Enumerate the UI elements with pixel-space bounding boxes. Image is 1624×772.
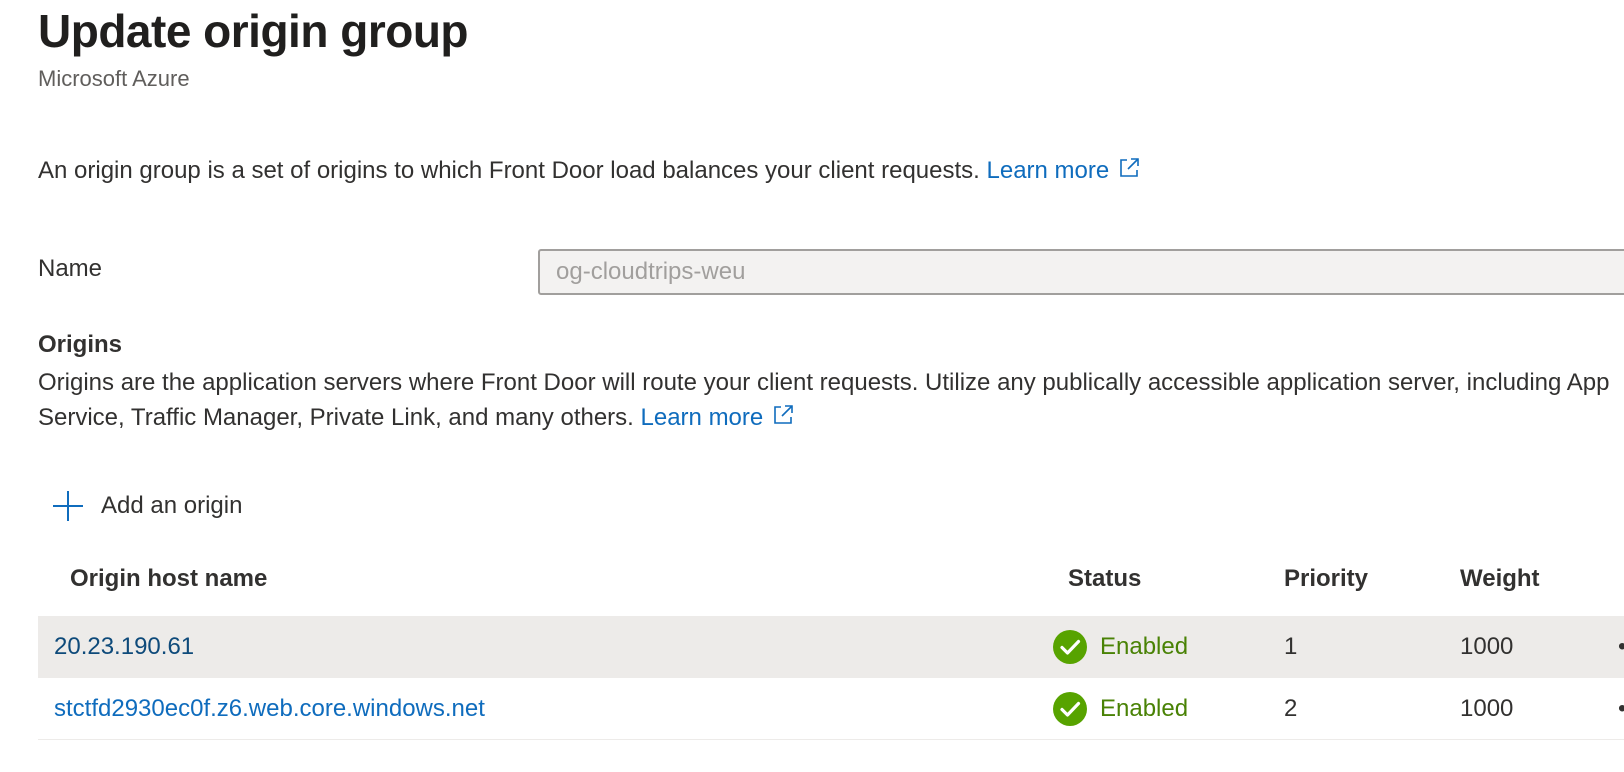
- column-header-weight[interactable]: Weight: [1460, 565, 1540, 593]
- plus-icon: [53, 491, 83, 521]
- name-input-value: og-cloudtrips-weu: [556, 258, 746, 285]
- weight-value: 1000: [1460, 695, 1514, 722]
- origin-host-link[interactable]: stctfd2930ec0f.z6.web.core.windows.net: [54, 695, 485, 723]
- origins-heading: Origins: [38, 331, 123, 358]
- column-header-status[interactable]: Status: [1068, 565, 1141, 593]
- update-origin-group-panel: Update origin group Microsoft Azure An o…: [0, 0, 1624, 772]
- more-actions-icon[interactable]: •: [1618, 616, 1624, 678]
- origins-learn-more-label: Learn more: [640, 404, 764, 431]
- checkmark-circle-icon: [1053, 630, 1087, 664]
- status-label: Enabled: [1100, 633, 1189, 660]
- status-cell: Enabled: [1052, 678, 1188, 740]
- column-header-host[interactable]: Origin host name: [70, 565, 267, 593]
- origins-learn-more-link[interactable]: Learn more: [641, 404, 796, 431]
- intro-learn-more-label: Learn more: [986, 157, 1110, 184]
- more-actions-icon[interactable]: •: [1618, 678, 1624, 740]
- origins-description: Origins are the application servers wher…: [38, 365, 1618, 435]
- external-link-icon: [774, 405, 794, 424]
- page-subtitle: Microsoft Azure: [38, 66, 190, 91]
- intro-description: An origin group is a set of origins to w…: [38, 157, 987, 184]
- checkmark-circle-icon: [1053, 692, 1087, 726]
- column-header-priority[interactable]: Priority: [1284, 565, 1368, 593]
- origins-description-text: Origins are the application servers wher…: [38, 369, 1610, 431]
- external-link-icon: [1120, 158, 1140, 177]
- priority-value: 2: [1284, 695, 1298, 722]
- page-title: Update origin group: [38, 5, 469, 57]
- status-label: Enabled: [1100, 695, 1189, 722]
- intro-learn-more-link[interactable]: Learn more: [987, 157, 1142, 184]
- weight-value: 1000: [1460, 633, 1514, 660]
- add-origin-label: Add an origin: [101, 492, 243, 519]
- name-input[interactable]: og-cloudtrips-weu: [538, 249, 1624, 295]
- name-label: Name: [38, 255, 103, 282]
- table-row[interactable]: 20.23.190.61 Enabled 1 1000 •: [38, 616, 1624, 678]
- priority-value: 1: [1284, 633, 1298, 660]
- status-cell: Enabled: [1052, 616, 1188, 678]
- origin-host-link[interactable]: 20.23.190.61: [54, 633, 194, 661]
- intro-text: An origin group is a set of origins to w…: [38, 156, 1141, 185]
- table-row[interactable]: stctfd2930ec0f.z6.web.core.windows.net E…: [38, 678, 1624, 740]
- add-origin-button[interactable]: Add an origin: [52, 490, 242, 522]
